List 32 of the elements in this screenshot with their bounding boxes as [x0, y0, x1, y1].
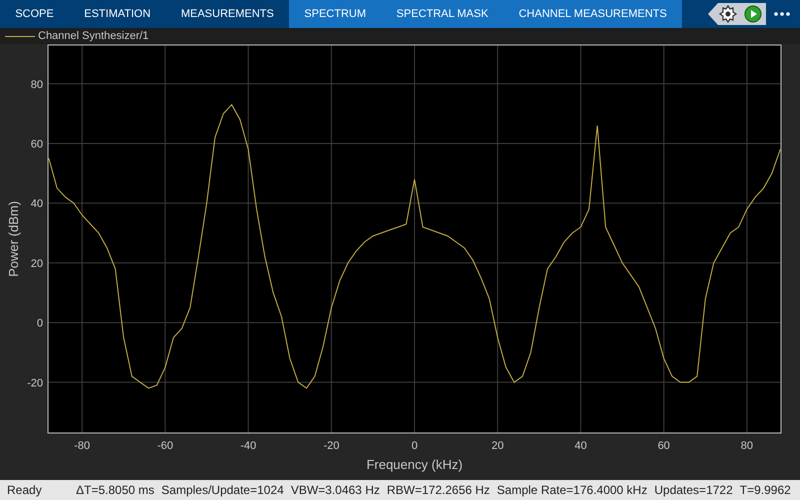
y-tick-label: 20: [30, 258, 43, 270]
y-tick-label: 0: [36, 318, 43, 330]
status-reading: Updates=1722: [654, 483, 733, 497]
x-tick-label: 40: [574, 440, 587, 452]
gear-icon[interactable]: [718, 4, 738, 24]
status-reading: Sample Rate=176.4000 kHz: [496, 483, 648, 497]
legend-label[interactable]: Channel Synthesizer/1: [38, 30, 149, 42]
y-axis-label: Power (dBm): [6, 201, 21, 277]
tab[interactable]: SPECTRUM: [289, 0, 382, 28]
y-tick-label: 80: [30, 78, 43, 91]
status-text: Ready: [7, 483, 43, 497]
y-tick-label: 60: [30, 138, 43, 150]
status-reading: RBW=172.2656 Hz: [386, 483, 490, 497]
y-tick-label: 40: [30, 198, 43, 210]
status-reading: VBW=3.0463 Hz: [290, 483, 380, 497]
x-tick-label: 60: [658, 440, 670, 452]
status-reading: ΔT=5.8050 ms: [76, 483, 154, 497]
status-reading: T=9.9962: [740, 483, 791, 497]
x-axis-label: Frequency (kHz): [366, 457, 463, 472]
status-reading: Samples/Update=1024: [161, 483, 284, 497]
x-tick-label: -80: [74, 440, 90, 452]
tab[interactable]: CHANNEL MEASUREMENTS: [504, 0, 682, 28]
more-icon[interactable]: [774, 11, 790, 17]
y-tick-label: -20: [27, 377, 43, 390]
x-tick-label: -20: [323, 440, 340, 452]
tab[interactable]: SPECTRAL MASK: [381, 0, 504, 28]
run-icon[interactable]: [744, 5, 762, 23]
x-tick-label: -40: [240, 440, 256, 452]
x-tick-label: 20: [491, 440, 504, 452]
x-tick-label: -60: [157, 440, 174, 452]
x-tick-label: 0: [411, 440, 418, 452]
x-tick-label: 80: [740, 440, 754, 452]
